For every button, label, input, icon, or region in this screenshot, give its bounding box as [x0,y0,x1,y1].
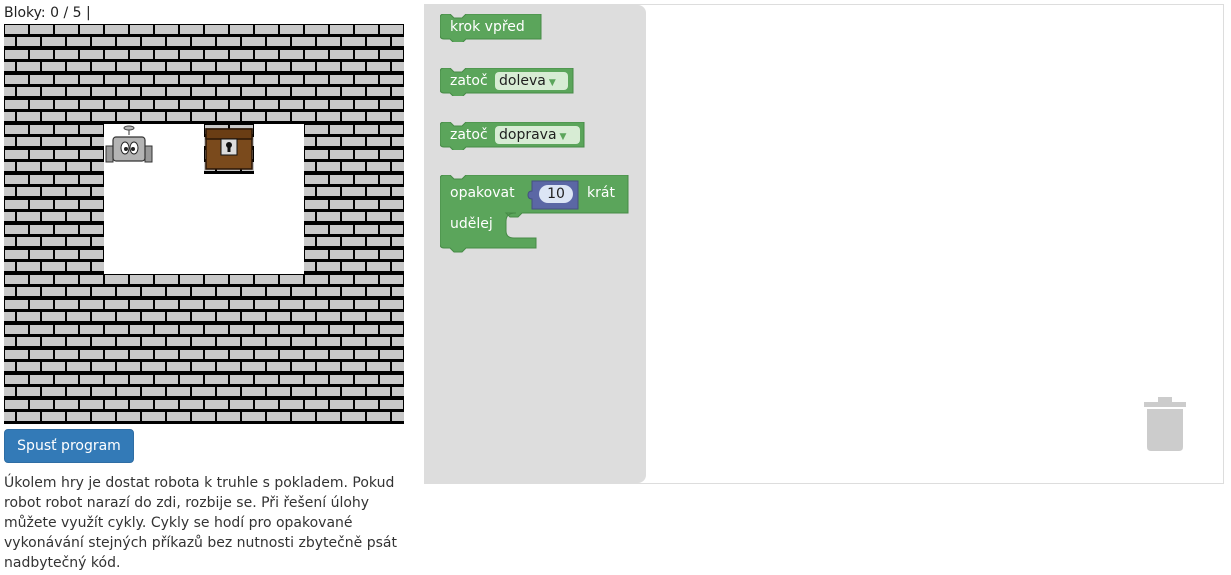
dropdown-value: doleva [499,73,546,89]
move-forward-label: krok vpřed [450,19,525,35]
turn-left-label: zatoč [450,73,488,89]
maze-floor-cell [104,174,154,224]
block-turn-left[interactable]: zatoč doleva ▼ [439,67,576,100]
blockly-workspace[interactable]: krok vpřed zatoč doleva ▼ zatoč doprava ▼ … [424,4,1224,484]
maze-floor-cell [254,174,304,224]
maze-floor-cell [154,174,204,224]
maze-floor-cell [154,224,204,274]
repeat-label: opakovat [450,185,515,201]
maze-floor-cell [204,224,254,274]
dropdown-arrow-icon: ▼ [548,78,556,88]
blocks-counter: Bloky: 0 / 5 | [4,5,91,21]
maze-floor-cell [104,224,154,274]
maze-floor-cell [254,224,304,274]
maze-floor-cell [154,124,204,174]
turn-right-dropdown[interactable]: doprava ▼ [495,126,580,144]
dropdown-value: doprava [499,127,557,143]
trash-icon[interactable] [1144,395,1186,451]
block-repeat[interactable]: opakovat 10 krát udělej [439,174,632,257]
task-description: Úkolem hry je dostat robota k truhle s p… [4,475,397,571]
dropdown-arrow-icon: ▼ [559,132,567,142]
repeat-times-label: krát [587,185,615,201]
block-move-forward[interactable]: krok vpřed [439,13,544,46]
toolbox-flyout: krok vpřed zatoč doleva ▼ zatoč doprava ▼ … [425,5,646,483]
maze-floor-cell [254,124,304,174]
run-program-button[interactable]: Spusť program [4,429,134,463]
turn-right-label: zatoč [450,127,488,143]
maze-board [4,24,404,424]
treasure-chest-icon [205,128,253,170]
turn-left-dropdown[interactable]: doleva ▼ [495,72,568,90]
maze-floor-cell [204,174,254,224]
block-turn-right[interactable]: zatoč doprava ▼ [439,121,588,154]
repeat-count-input[interactable]: 10 [539,185,573,203]
repeat-do-label: udělej [450,216,493,232]
